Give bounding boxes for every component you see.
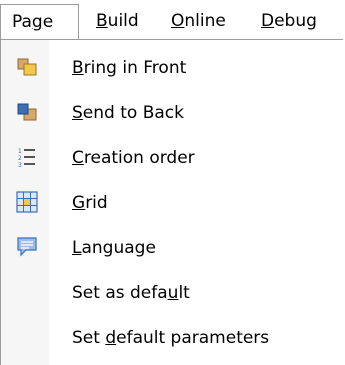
menu-item-set-as-default[interactable]: Set as default xyxy=(1,272,344,317)
menu-online[interactable]: Online xyxy=(171,8,226,34)
menu-item-grid[interactable]: Grid xyxy=(1,182,344,227)
menu-debug-label: Debug xyxy=(261,11,317,31)
grid-label: Grid xyxy=(72,193,108,213)
bring-in-front-label: Bring in Front xyxy=(72,58,187,78)
menu-item-bring-in-front[interactable]: Bring in Front xyxy=(1,47,344,92)
menu-debug[interactable]: Debug xyxy=(261,8,317,34)
menu-page[interactable]: Page xyxy=(0,4,79,40)
menu-online-label: Online xyxy=(171,11,226,31)
svg-text:1: 1 xyxy=(18,148,22,155)
menu-build[interactable]: Build xyxy=(96,8,139,34)
set-as-default-label: Set as default xyxy=(72,283,190,303)
send-to-back-label: Send to Back xyxy=(72,103,184,123)
language-label: Language xyxy=(72,238,156,258)
send-to-back-icon xyxy=(17,103,37,121)
menu-build-label: Build xyxy=(96,11,139,31)
creation-order-label: Creation order xyxy=(72,148,195,168)
language-icon xyxy=(17,237,37,257)
bring-to-front-icon xyxy=(17,58,37,76)
grid-icon xyxy=(16,191,38,213)
menu-page-label: Page xyxy=(12,12,54,32)
svg-text:3: 3 xyxy=(18,162,22,168)
menu-item-set-default-parameters[interactable]: Set default parameters xyxy=(1,317,344,362)
menu-bar: Page Build Online Debug xyxy=(0,0,345,40)
page-dropdown-menu: Bring in Front Send to Back 1 2 3 Creati… xyxy=(0,39,343,365)
menu-item-send-to-back[interactable]: Send to Back xyxy=(1,92,344,137)
menu-item-creation-order[interactable]: 1 2 3 Creation order xyxy=(1,137,344,182)
set-default-parameters-label: Set default parameters xyxy=(72,328,270,348)
menu-item-language[interactable]: Language xyxy=(1,227,344,272)
creation-order-icon: 1 2 3 xyxy=(18,148,35,168)
svg-text:2: 2 xyxy=(18,155,22,162)
